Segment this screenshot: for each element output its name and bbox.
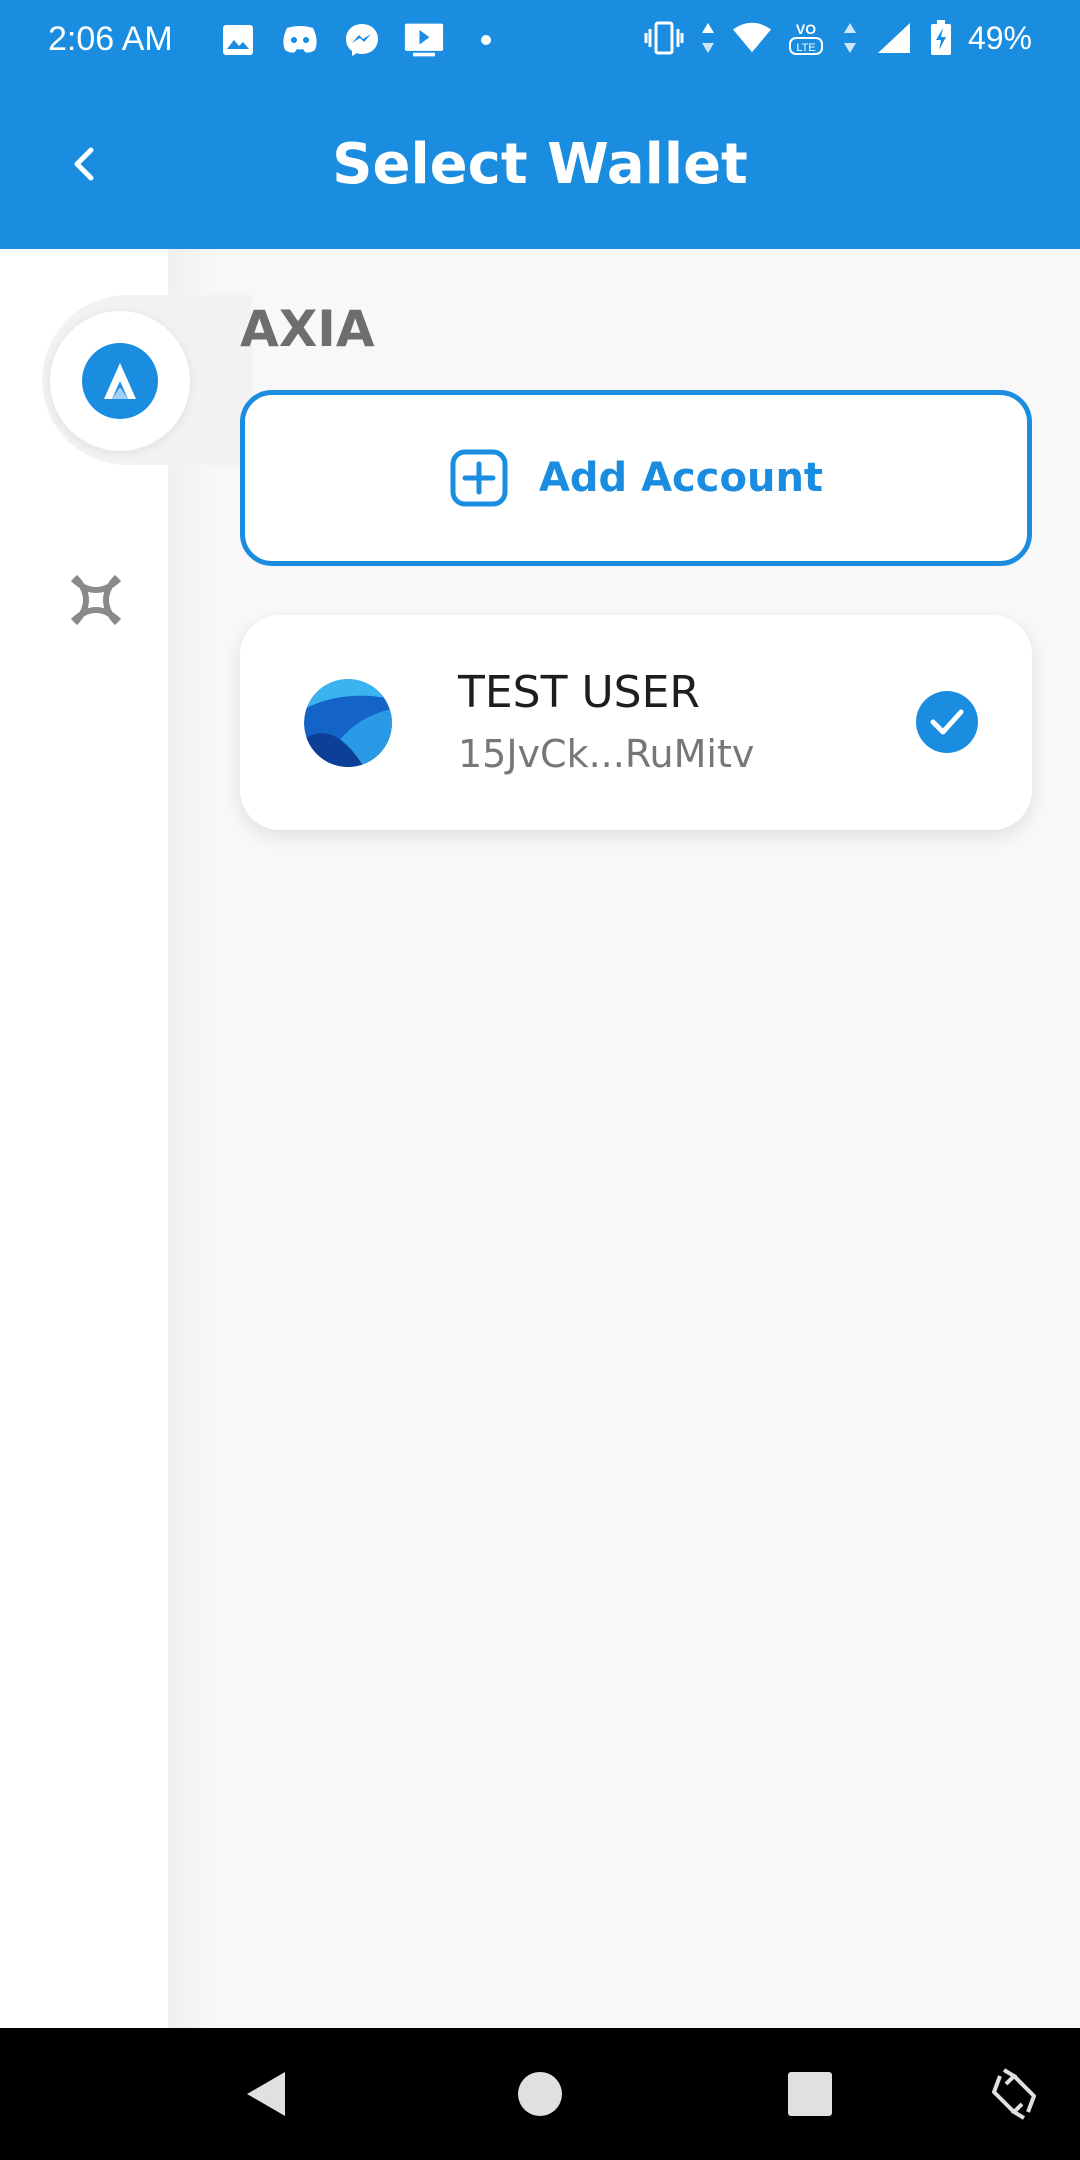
account-address: 15JvCk...RuMitv: [458, 732, 755, 776]
chain-sidebar: [0, 249, 168, 2028]
signal-icon: [874, 18, 914, 58]
page-title: Select Wallet: [332, 132, 748, 197]
status-bar: 2:06 AM VO LTE 49%: [0, 0, 1080, 84]
nav-recents-button[interactable]: [776, 2060, 844, 2128]
add-account-label: Add Account: [538, 455, 824, 501]
add-account-button[interactable]: Add Account: [240, 390, 1032, 566]
chain-item-axia[interactable]: [50, 311, 190, 451]
polkadot-logo-icon: [70, 574, 122, 626]
messenger-icon: [342, 20, 382, 60]
home-circle-icon: [518, 2072, 562, 2116]
svg-text:LTE: LTE: [796, 42, 815, 54]
nav-back-button[interactable]: [232, 2060, 300, 2128]
plus-square-icon: [450, 449, 508, 507]
rotate-icon: [992, 2068, 1036, 2120]
media-icon: [404, 20, 444, 60]
system-nav-bar: [0, 2028, 1080, 2160]
chain-item-other[interactable]: [58, 562, 134, 638]
notification-icons: [218, 20, 506, 60]
app-bar: Select Wallet: [0, 84, 1080, 249]
dot-icon: [466, 20, 506, 60]
account-card[interactable]: TEST USER 15JvCk...RuMitv: [240, 615, 1032, 830]
nav-rotate-button[interactable]: [980, 2060, 1048, 2128]
data-arrows-icon: [698, 18, 718, 58]
volte-icon: VO LTE: [786, 18, 826, 58]
battery-percent: 49%: [967, 19, 1032, 56]
battery-icon: [928, 18, 954, 58]
chain-section-label: AXIA: [240, 300, 375, 358]
system-icons: VO LTE 49%: [644, 18, 1032, 58]
signal-arrows-icon: [840, 18, 860, 58]
selected-check-icon: [916, 691, 978, 753]
discord-icon: [280, 20, 320, 60]
back-triangle-icon: [247, 2072, 285, 2116]
sidebar-divider: [168, 249, 216, 2028]
svg-text:VO: VO: [796, 21, 816, 37]
status-time: 2:06 AM: [48, 20, 173, 58]
account-avatar: [304, 679, 392, 767]
account-name: TEST USER: [458, 667, 700, 718]
vibrate-icon: [644, 18, 684, 58]
nav-home-button[interactable]: [506, 2060, 574, 2128]
wifi-icon: [732, 18, 772, 58]
gallery-icon: [218, 20, 258, 60]
recents-square-icon: [788, 2072, 832, 2116]
axia-logo-icon: [82, 343, 158, 419]
